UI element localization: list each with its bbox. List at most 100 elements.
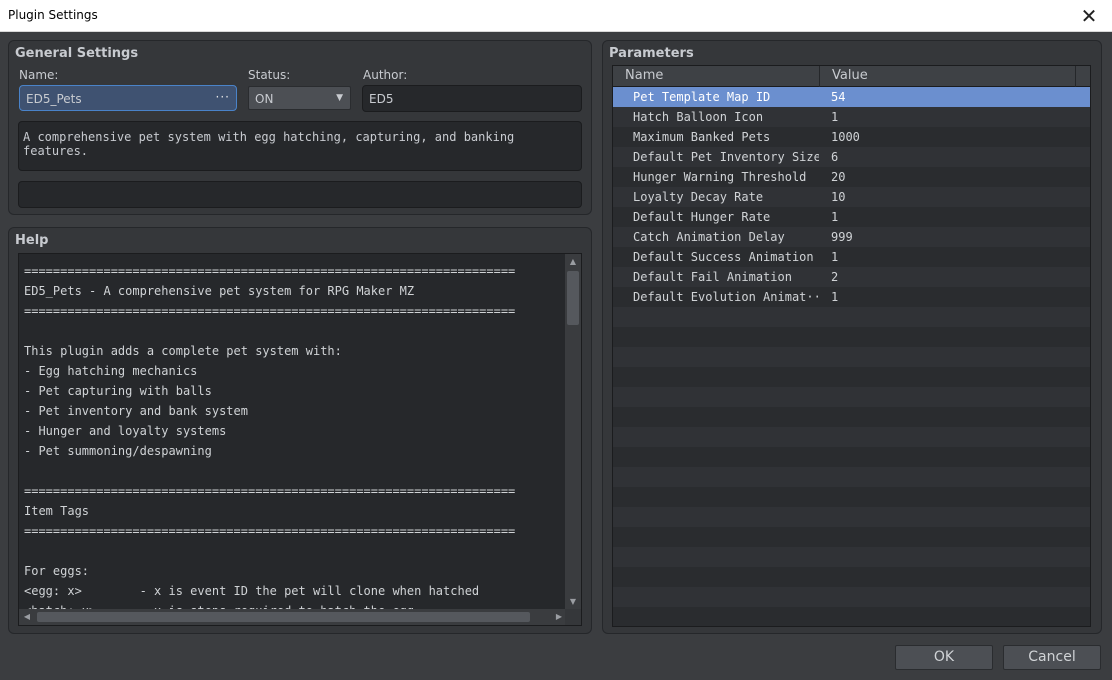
parameter-value: 1 bbox=[831, 110, 839, 124]
parameter-name: Catch Animation Delay bbox=[633, 230, 785, 244]
general-settings-title: General Settings bbox=[15, 46, 139, 61]
table-row[interactable] bbox=[613, 407, 1090, 427]
help-text-area[interactable]: ========================================… bbox=[18, 253, 582, 626]
help-line: For eggs: bbox=[24, 564, 90, 578]
table-row[interactable] bbox=[613, 507, 1090, 527]
help-line: - Pet capturing with balls bbox=[24, 384, 212, 398]
help-line: ========================================… bbox=[24, 304, 516, 318]
chevron-down-icon: ▼ bbox=[336, 93, 343, 103]
parameter-name: Hunger Warning Threshold bbox=[633, 170, 807, 184]
help-text: ========================================… bbox=[24, 261, 564, 611]
table-row[interactable] bbox=[613, 387, 1090, 407]
table-row[interactable]: Default Success Animation 1 bbox=[613, 247, 1090, 267]
parameter-name: Default Success Animation bbox=[633, 250, 814, 264]
help-line bbox=[24, 461, 564, 481]
parameter-value: 54 bbox=[831, 90, 846, 104]
parameter-value: 1 bbox=[831, 250, 839, 264]
parameter-value: 1 bbox=[831, 290, 839, 304]
help-line: ========================================… bbox=[24, 524, 516, 538]
status-value: ON bbox=[255, 92, 274, 106]
status-label: Status: bbox=[248, 68, 291, 82]
help-line: This plugin adds a complete pet system w… bbox=[24, 344, 342, 358]
scrollbar-corner bbox=[565, 609, 581, 625]
table-row[interactable] bbox=[613, 607, 1090, 626]
scroll-right-icon[interactable]: ▶ bbox=[552, 610, 566, 624]
cancel-button[interactable]: Cancel bbox=[1003, 645, 1101, 670]
help-line: ========================================… bbox=[24, 264, 516, 278]
author-label: Author: bbox=[363, 68, 408, 82]
table-row[interactable] bbox=[613, 447, 1090, 467]
status-dropdown[interactable]: ON ▼ bbox=[248, 86, 351, 110]
table-row[interactable]: Pet Template Map ID 54 bbox=[613, 87, 1090, 107]
help-line: ED5_Pets - A comprehensive pet system fo… bbox=[24, 284, 415, 298]
parameter-value: 1 bbox=[831, 210, 839, 224]
table-row[interactable] bbox=[613, 587, 1090, 607]
ellipsis-icon[interactable]: ··· bbox=[216, 90, 230, 104]
table-header: Name Value bbox=[613, 66, 1090, 87]
scroll-up-icon[interactable]: ▲ bbox=[566, 255, 580, 269]
help-line: - Pet inventory and bank system bbox=[24, 404, 248, 418]
description-field[interactable]: A comprehensive pet system with egg hatc… bbox=[18, 121, 582, 171]
table-row[interactable]: Default Fail Animation 2 bbox=[613, 267, 1090, 287]
table-row[interactable] bbox=[613, 347, 1090, 367]
table-row[interactable]: Default Hunger Rate 1 bbox=[613, 207, 1090, 227]
parameter-name: Pet Template Map ID bbox=[633, 90, 771, 104]
parameter-value: 20 bbox=[831, 170, 846, 184]
name-field[interactable]: ED5_Pets ··· bbox=[19, 85, 237, 111]
help-line: - Pet summoning/despawning bbox=[24, 444, 212, 458]
vertical-scrollbar[interactable]: ▲ ▼ bbox=[565, 254, 581, 610]
table-row[interactable] bbox=[613, 427, 1090, 447]
parameter-name: Default Pet Inventory Size bbox=[633, 150, 819, 164]
table-row[interactable] bbox=[613, 327, 1090, 347]
column-header-value[interactable]: Value bbox=[832, 68, 868, 83]
ok-button[interactable]: OK bbox=[895, 645, 993, 670]
table-row[interactable] bbox=[613, 307, 1090, 327]
table-row[interactable]: Default Pet Inventory Size 6 bbox=[613, 147, 1090, 167]
author-field[interactable]: ED5 bbox=[362, 85, 582, 112]
name-label: Name: bbox=[19, 68, 59, 82]
table-row[interactable]: Catch Animation Delay 999 bbox=[613, 227, 1090, 247]
table-row[interactable] bbox=[613, 567, 1090, 587]
help-line bbox=[24, 321, 564, 341]
horizontal-scrollbar[interactable]: ◀ ▶ bbox=[19, 609, 567, 625]
scroll-down-icon[interactable]: ▼ bbox=[566, 595, 580, 609]
table-body: Pet Template Map ID 54 Hatch Balloon Icon 1… bbox=[613, 87, 1090, 626]
window-title: Plugin Settings bbox=[8, 8, 98, 22]
help-line: Item Tags bbox=[24, 504, 90, 518]
parameter-value: 6 bbox=[831, 150, 839, 164]
table-row[interactable]: Hunger Warning Threshold 20 bbox=[613, 167, 1090, 187]
parameter-name: Default Evolution Animat··· bbox=[633, 290, 819, 304]
parameter-value: 2 bbox=[831, 270, 839, 284]
parameter-value: 10 bbox=[831, 190, 846, 204]
parameter-value: 999 bbox=[831, 230, 853, 244]
table-row[interactable] bbox=[613, 547, 1090, 567]
table-row[interactable]: Maximum Banked Pets 1000 bbox=[613, 127, 1090, 147]
parameter-name: Hatch Balloon Icon bbox=[633, 110, 764, 124]
description-value: A comprehensive pet system with egg hatc… bbox=[23, 130, 515, 158]
scroll-left-icon[interactable]: ◀ bbox=[20, 610, 34, 624]
parameter-name: Loyalty Decay Rate bbox=[633, 190, 764, 204]
column-divider[interactable] bbox=[819, 66, 820, 87]
table-row[interactable] bbox=[613, 367, 1090, 387]
table-row[interactable] bbox=[613, 527, 1090, 547]
column-header-name[interactable]: Name bbox=[625, 68, 663, 83]
parameter-name: Maximum Banked Pets bbox=[633, 130, 771, 144]
author-value: ED5 bbox=[369, 92, 394, 106]
parameter-name: Default Hunger Rate bbox=[633, 210, 771, 224]
extra-field[interactable] bbox=[18, 181, 582, 208]
parameters-table: Name Value Pet Template Map ID 54 Hatch Ba… bbox=[612, 65, 1091, 627]
parameter-name: Default Fail Animation bbox=[633, 270, 792, 284]
table-row[interactable] bbox=[613, 487, 1090, 507]
vertical-scroll-thumb[interactable] bbox=[567, 271, 579, 325]
parameter-value: 1000 bbox=[831, 130, 860, 144]
table-row[interactable] bbox=[613, 467, 1090, 487]
help-title: Help bbox=[15, 233, 49, 248]
close-icon[interactable]: ✕ bbox=[1066, 0, 1112, 31]
horizontal-scroll-thumb[interactable] bbox=[37, 612, 530, 622]
column-divider[interactable] bbox=[1075, 66, 1076, 87]
table-row[interactable]: Hatch Balloon Icon 1 bbox=[613, 107, 1090, 127]
table-row[interactable]: Loyalty Decay Rate 10 bbox=[613, 187, 1090, 207]
title-bar: Plugin Settings ✕ bbox=[0, 0, 1112, 32]
help-line: - Egg hatching mechanics bbox=[24, 364, 198, 378]
table-row[interactable]: Default Evolution Animat··· 1 bbox=[613, 287, 1090, 307]
